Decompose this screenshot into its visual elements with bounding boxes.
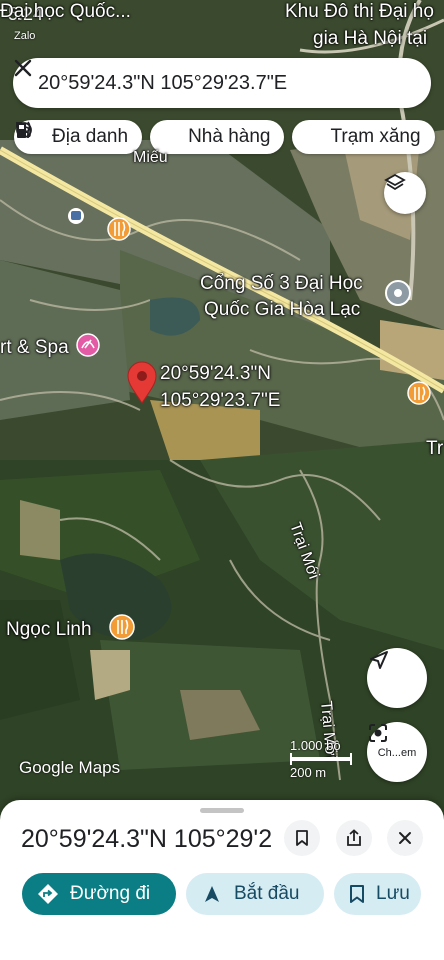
chip-label: Nhà hàng: [188, 126, 271, 147]
scale-feet: 1.000 bộ: [290, 738, 341, 753]
lens-button[interactable]: Ch...em: [367, 722, 427, 782]
clear-search-button[interactable]: [14, 59, 425, 105]
restaurant-marker-icon: [107, 217, 131, 241]
map-label-urban-area-2[interactable]: gia Hà Nội tại: [313, 27, 427, 50]
google-maps-attribution: Google Maps: [19, 758, 121, 777]
share-button[interactable]: [336, 820, 372, 856]
camera-lens-icon: [369, 724, 387, 742]
gate-place-marker-icon: [385, 280, 411, 306]
action-buttons: Đường đi Bắt đầu Lưu: [22, 873, 421, 915]
close-icon: [14, 59, 32, 77]
transit-station-icon: [68, 208, 84, 224]
layers-icon: [384, 173, 406, 191]
map-label-university[interactable]: Đại học Quốc...: [0, 0, 131, 23]
ngoc-linh-marker-icon: [109, 614, 135, 640]
map-label-ngoc-linh[interactable]: Ngọc Linh: [6, 618, 92, 641]
share-icon: [347, 829, 361, 846]
start-label: Bắt đầu: [234, 883, 300, 904]
save-bookmark-button[interactable]: [284, 820, 320, 856]
directions-label: Đường đi: [70, 883, 151, 904]
chip-label: Địa danh: [52, 126, 129, 147]
bookmark-icon: [296, 830, 308, 846]
map-label-gate-line2[interactable]: Quốc Gia Hòa Lạc: [204, 298, 360, 321]
navigation-start-icon: [200, 882, 224, 906]
search-bar[interactable]: 20°59'24.3"N 105°29'23.7"E: [13, 58, 431, 108]
navigation-arrow-icon: [370, 651, 388, 669]
status-app-name: Zalo: [14, 30, 36, 42]
start-button[interactable]: Bắt đầu: [186, 873, 324, 915]
satellite-map[interactable]: 5:24 Zalo Đại học Quốc... Khu Đô thị Đại…: [0, 0, 444, 830]
search-input[interactable]: 20°59'24.3"N 105°29'23.7"E: [38, 72, 381, 95]
directions-button[interactable]: Đường đi: [22, 873, 176, 915]
map-label-urban-area-1[interactable]: Khu Đô thị Đại họ: [285, 0, 434, 23]
close-sheet-button[interactable]: [387, 820, 423, 856]
map-label-mieu[interactable]: Miếu: [133, 148, 168, 168]
restaurant-marker-right-icon: [407, 381, 431, 405]
sheet-drag-handle[interactable]: [200, 808, 244, 813]
bookmark-icon: [348, 882, 366, 906]
layers-button[interactable]: [384, 172, 426, 214]
category-chips: Địa danh Nhà hàng Trạm xăng: [14, 120, 435, 154]
place-title: 20°59'24.3"N 105°29'23.7"E: [21, 825, 273, 853]
map-label-gate-line1[interactable]: Cổng Số 3 Đại Học: [200, 272, 363, 295]
chip-label: Trạm xăng: [330, 126, 421, 147]
gas-station-icon: [17, 123, 324, 148]
save-label: Lưu: [376, 883, 410, 904]
restaurant-icon: [16, 121, 182, 148]
my-location-button[interactable]: [367, 648, 427, 708]
chip-restaurants[interactable]: Nhà hàng: [16, 120, 285, 154]
scale-meters: 200 m: [290, 765, 327, 780]
close-icon: [399, 832, 411, 844]
map-label-tr[interactable]: Tr: [426, 437, 443, 460]
chip-gas-stations[interactable]: Trạm xăng: [17, 120, 435, 154]
spa-marker-icon: [76, 333, 100, 357]
lens-label: Ch...em: [377, 747, 417, 759]
pin-longitude-label: 105°29'23.7"E: [160, 390, 281, 411]
map-label-spa[interactable]: rt & Spa: [0, 336, 69, 359]
pin-latitude-label: 20°59'24.3"N: [160, 363, 271, 384]
map-scale: 1.000 bộ 200 m: [290, 738, 352, 780]
directions-icon: [36, 882, 60, 906]
save-button[interactable]: Lưu: [334, 873, 421, 915]
